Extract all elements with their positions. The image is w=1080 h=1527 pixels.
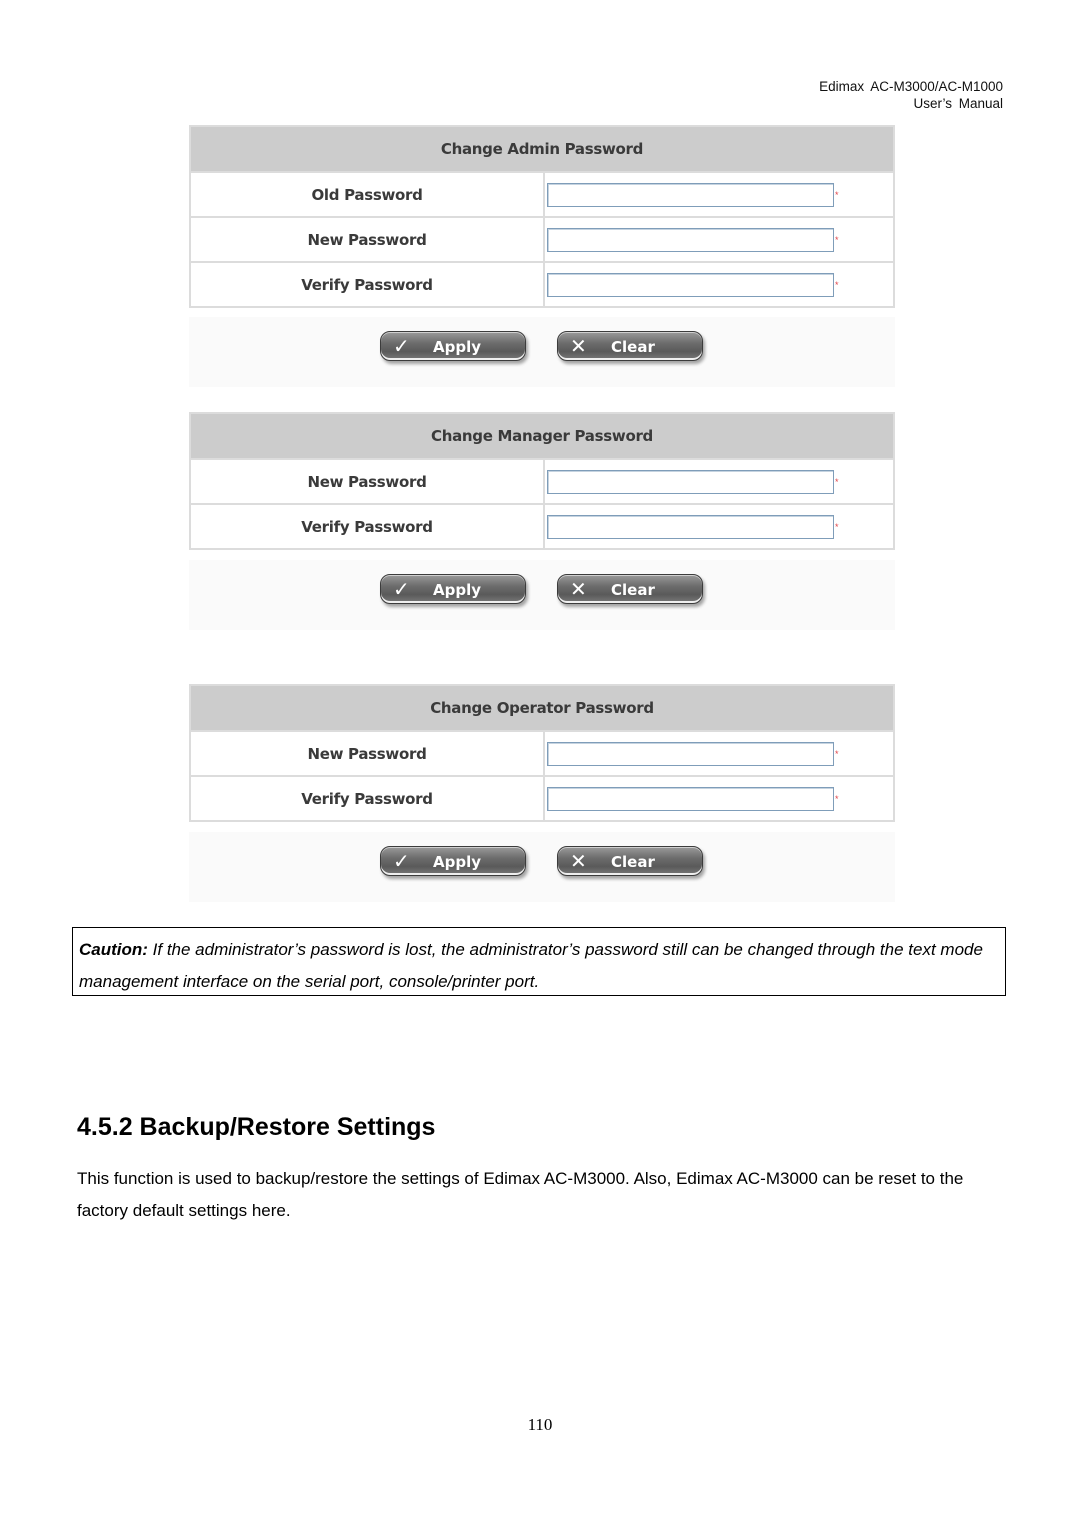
form-row-verify-password: Verify Password *: [190, 775, 894, 821]
field-label: Verify Password: [190, 775, 545, 821]
operator-button-row: ✓ Apply ✕ Clear: [189, 832, 895, 902]
manager-apply-button[interactable]: ✓ Apply: [380, 574, 526, 604]
new-password-input[interactable]: [547, 227, 834, 252]
field-label: Verify Password: [190, 503, 545, 549]
old-password-input[interactable]: [547, 182, 834, 207]
checkmark-icon: ✓: [393, 577, 410, 601]
required-mark: *: [835, 234, 839, 245]
required-mark: *: [835, 279, 839, 290]
field-label: Old Password: [190, 171, 545, 217]
manager-clear-button[interactable]: ✕ Clear: [557, 574, 703, 604]
operator-clear-button[interactable]: ✕ Clear: [557, 846, 703, 876]
admin-password-table: Change Admin Password Old Password * New…: [189, 125, 895, 308]
manager-verify-password-input[interactable]: [547, 514, 834, 539]
operator-apply-button[interactable]: ✓ Apply: [380, 846, 526, 876]
running-header: Edimax AC-M3000/AC-M1000 User’s Manual: [819, 78, 1003, 112]
x-icon: ✕: [570, 577, 587, 601]
header-product: Edimax AC-M3000/AC-M1000: [819, 79, 1003, 94]
manager-password-form: Change Manager Password New Password * V…: [189, 412, 895, 550]
operator-new-password-input[interactable]: [547, 741, 834, 766]
field-label: New Password: [190, 730, 545, 776]
required-mark: *: [835, 793, 839, 804]
admin-clear-button[interactable]: ✕ Clear: [557, 331, 703, 361]
operator-password-form: Change Operator Password New Password * …: [189, 684, 895, 822]
operator-password-table: Change Operator Password New Password * …: [189, 684, 895, 822]
field-label: Verify Password: [190, 261, 545, 307]
form-title: Change Operator Password: [190, 685, 894, 732]
checkmark-icon: ✓: [393, 849, 410, 873]
field-label: New Password: [190, 216, 545, 262]
field-label: New Password: [190, 458, 545, 504]
operator-verify-password-input[interactable]: [547, 786, 834, 811]
x-icon: ✕: [570, 334, 587, 358]
verify-password-input[interactable]: [547, 272, 834, 297]
form-row-old-password: Old Password *: [190, 171, 894, 217]
manager-new-password-input[interactable]: [547, 469, 834, 494]
admin-button-row: ✓ Apply ✕ Clear: [189, 317, 895, 387]
header-manual: User’s Manual: [913, 96, 1003, 111]
required-mark: *: [835, 748, 839, 759]
form-row-new-password: New Password *: [190, 730, 894, 776]
x-icon: ✕: [570, 849, 587, 873]
checkmark-icon: ✓: [393, 334, 410, 358]
admin-apply-button[interactable]: ✓ Apply: [380, 331, 526, 361]
form-row-new-password: New Password *: [190, 458, 894, 504]
manager-password-table: Change Manager Password New Password * V…: [189, 412, 895, 550]
manager-button-row: ✓ Apply ✕ Clear: [189, 560, 895, 630]
form-title: Change Manager Password: [190, 413, 894, 460]
section-heading: 4.5.2 Backup/Restore Settings: [77, 1113, 436, 1141]
form-row-verify-password: Verify Password *: [190, 261, 894, 307]
form-title: Change Admin Password: [190, 126, 894, 173]
caution-text: If the administrator’s password is lost,…: [79, 940, 983, 991]
page-number: 110: [527, 1415, 553, 1434]
required-mark: *: [835, 476, 839, 487]
form-row-verify-password: Verify Password *: [190, 503, 894, 549]
required-mark: *: [835, 521, 839, 532]
caution-box: Caution: If the administrator’s password…: [72, 927, 1006, 996]
caution-label: Caution:: [79, 940, 148, 959]
section-body: This function is used to backup/restore …: [77, 1169, 964, 1220]
form-row-new-password: New Password *: [190, 216, 894, 262]
admin-password-form: Change Admin Password Old Password * New…: [189, 125, 895, 308]
required-mark: *: [835, 189, 839, 200]
